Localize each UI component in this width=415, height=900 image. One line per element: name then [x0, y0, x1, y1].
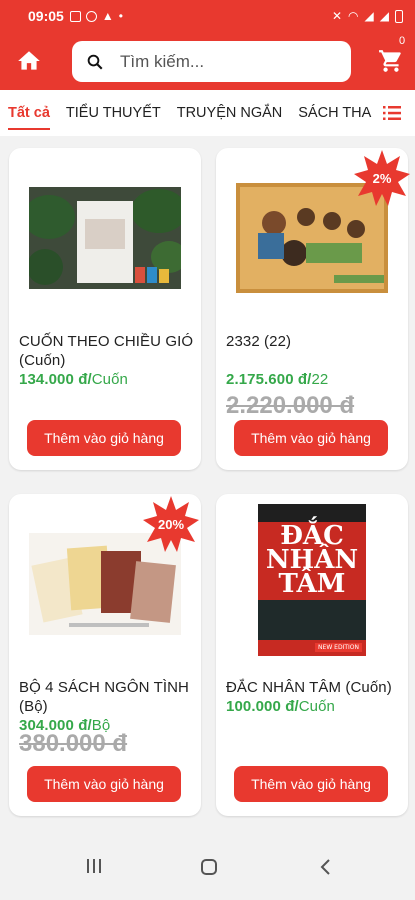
product-card[interactable]: ĐẮC NHÂN TÂM NEW EDITION ĐẮC NHÂN TÂM (C… [216, 494, 408, 816]
old-price: 2.220.000 đ [226, 392, 355, 419]
signal-icon-2: ◢ [379, 9, 389, 23]
cover-edition: NEW EDITION [315, 643, 362, 652]
app-header: 0 [0, 32, 415, 90]
list-menu-icon[interactable] [383, 106, 401, 120]
gallery-icon [69, 10, 81, 22]
back-icon[interactable] [318, 858, 332, 876]
battery-icon [395, 9, 403, 23]
product-unit: 22 [311, 371, 329, 388]
status-time: 09:05 [28, 8, 64, 24]
book-cover: ĐẮC NHÂN TÂM NEW EDITION [258, 504, 366, 656]
cover-title-3: TÂM [278, 569, 346, 599]
product-price: 2.175.600 đ/ [226, 371, 312, 388]
product-card[interactable]: 20% BỘ 4 SÁCH NGÔN TÌNH (Bộ) 304.000 đ/B… [9, 494, 201, 816]
product-title: CUỐN THEO CHIỀU GIÓ (Cuốn) 134.000 đ/Cuố… [19, 332, 195, 389]
notification-icons: ▲ • [69, 9, 123, 23]
search-input[interactable] [120, 51, 320, 72]
category-tabs: Tất cả TIỂU THUYẾT TRUYỆN NGẮN SÁCH THAM… [0, 90, 415, 136]
product-grid: CUỐN THEO CHIỀU GIÓ (Cuốn) 134.000 đ/Cuố… [0, 136, 415, 836]
search-bar[interactable] [72, 41, 351, 82]
add-to-cart-button[interactable]: Thêm vào giỏ hàng [27, 766, 181, 802]
product-name: ĐẮC NHÂN TÂM (Cuốn) [226, 679, 392, 696]
messenger-icon [85, 10, 97, 22]
warning-icon: ▲ [101, 9, 114, 23]
product-unit: Cuốn [298, 698, 335, 715]
badge-text: 2% [372, 170, 392, 186]
signal-icon: ◢ [364, 9, 374, 23]
search-icon [87, 54, 103, 69]
discount-badge: 20% [143, 496, 199, 552]
wifi-icon: ◠ [348, 9, 359, 23]
badge-text: 20% [157, 516, 185, 532]
system-icons: ✕ ◠ ◢ ◢ [332, 9, 403, 23]
mute-icon: ✕ [331, 9, 343, 23]
product-name: CUỐN THEO CHIỀU GIÓ (Cuốn) [19, 333, 194, 369]
product-card[interactable]: CUỐN THEO CHIỀU GIÓ (Cuốn) 134.000 đ/Cuố… [9, 148, 201, 470]
tab-all[interactable]: Tất cả [0, 90, 58, 136]
status-bar: 09:05 ▲ • ✕ ◠ ◢ ◢ [0, 0, 415, 32]
product-price: 100.000 đ/ [226, 698, 299, 715]
home-nav-icon[interactable] [200, 858, 218, 876]
home-icon[interactable] [16, 48, 42, 74]
product-name: 2332 (22) [226, 333, 292, 350]
tab-novel[interactable]: TIỂU THUYẾT [58, 90, 169, 136]
dot-icon: • [118, 9, 123, 23]
product-card[interactable]: 2% 2332 (22) 2.175.600 đ/22 2.220.000 đ … [216, 148, 410, 470]
old-price: 380.000 đ [19, 730, 128, 757]
discount-badge: 2% [354, 150, 410, 206]
add-to-cart-button[interactable]: Thêm vào giỏ hàng [27, 420, 181, 456]
system-nav-bar [0, 836, 415, 900]
product-image: ĐẮC NHÂN TÂM NEW EDITION [216, 500, 408, 660]
tab-short-story[interactable]: TRUYỆN NGẮN [169, 90, 291, 136]
recent-apps-icon[interactable] [86, 858, 102, 874]
product-title: BỘ 4 SÁCH NGÔN TÌNH (Bộ) 304.000 đ/Bộ [19, 678, 195, 735]
cart-count-badge: 0 [399, 35, 406, 47]
product-price: 134.000 đ/ [19, 371, 92, 388]
add-to-cart-button[interactable]: Thêm vào giỏ hàng [234, 420, 388, 456]
product-name: BỘ 4 SÁCH NGÔN TÌNH (Bộ) [19, 679, 189, 715]
tab-reference[interactable]: SÁCH THAM KHẢO [290, 90, 372, 136]
product-title: ĐẮC NHÂN TÂM (Cuốn) 100.000 đ/Cuốn [226, 678, 402, 716]
add-to-cart-button[interactable]: Thêm vào giỏ hàng [234, 766, 388, 802]
product-image [9, 158, 201, 318]
product-title: 2332 (22) 2.175.600 đ/22 [226, 332, 402, 389]
cart-icon[interactable] [378, 48, 404, 74]
product-unit: Cuốn [91, 371, 128, 388]
